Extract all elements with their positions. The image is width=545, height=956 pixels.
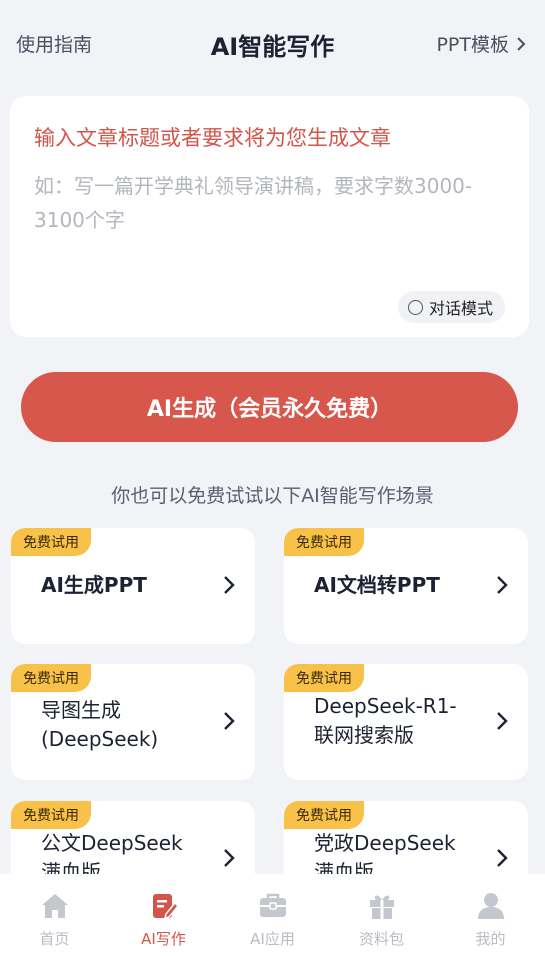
card-label-line2: (DeepSeek) (41, 727, 159, 751)
scenario-card-ai-ppt[interactable]: 免费试用 AI生成PPT (11, 528, 255, 644)
chevron-right-icon (224, 712, 235, 730)
ai-generate-button[interactable]: AI生成（会员永久免费） (21, 372, 518, 442)
home-icon (41, 894, 68, 918)
chevron-right-icon (224, 849, 235, 867)
dialog-mode-label: 对话模式 (428, 299, 493, 318)
card-label: AI文档转PPT (314, 573, 440, 597)
card-label: AI生成PPT (41, 573, 147, 597)
chevron-right-icon (224, 576, 235, 594)
ppt-template-label: PPT模板 (436, 34, 509, 56)
briefcase-icon (259, 893, 286, 917)
free-trial-badge: 免费试用 (11, 528, 91, 556)
scenario-subtitle: 你也可以免费试试以下AI智能写作场景 (111, 485, 434, 507)
bottom-tab-bar: 首页 AI写作 AI应用 资料包 我的 (0, 874, 545, 956)
chevron-right-icon (497, 576, 508, 594)
tab-label: 我的 (475, 930, 506, 948)
free-trial-badge: 免费试用 (284, 801, 364, 829)
card-label-line1: DeepSeek-R1- (314, 694, 457, 718)
dialog-mode-toggle[interactable]: 对话模式 (397, 291, 505, 323)
prompt-heading: 输入文章标题或者要求将为您生成文章 (34, 126, 391, 150)
gift-icon (369, 895, 394, 919)
edit-icon (152, 894, 179, 920)
header: 使用指南 AI智能写作 PPT模板 (0, 0, 545, 86)
chevron-right-icon (517, 36, 526, 51)
card-label-line2: 联网搜索版 (314, 723, 414, 747)
card-label-line1: 党政DeepSeek (314, 831, 456, 855)
tab-label: 首页 (39, 930, 70, 948)
free-trial-badge: 免费试用 (284, 528, 364, 556)
tab-home[interactable]: 首页 (0, 874, 109, 956)
prompt-input-area[interactable]: 输入文章标题或者要求将为您生成文章 如：写一篇开学典礼领导演讲稿，要求字数300… (10, 96, 529, 337)
prompt-placeholder[interactable]: 如：写一篇开学典礼领导演讲稿，要求字数3000-3100个字 (34, 169, 505, 237)
free-trial-badge: 免费试用 (11, 664, 91, 692)
ppt-template-link[interactable]: PPT模板 (436, 30, 527, 57)
tab-resources[interactable]: 资料包 (327, 874, 436, 956)
free-trial-badge: 免费试用 (284, 664, 364, 692)
tab-label: AI写作 (141, 930, 186, 948)
free-trial-badge: 免费试用 (11, 801, 91, 829)
tab-label: 资料包 (358, 930, 404, 948)
chevron-right-icon (497, 712, 508, 730)
scenario-card-doc-to-ppt[interactable]: 免费试用 AI文档转PPT (284, 528, 528, 644)
scenario-card-mindmap[interactable]: 免费试用 导图生成 (DeepSeek) (11, 664, 255, 780)
card-label-line1: 导图生成 (41, 698, 121, 722)
scenario-card-deepseek-r1[interactable]: 免费试用 DeepSeek-R1- 联网搜索版 (284, 664, 528, 780)
card-label-line1: 公文DeepSeek (41, 831, 183, 855)
tab-label: AI应用 (250, 930, 295, 948)
radio-icon (407, 299, 423, 315)
tab-ai-writing[interactable]: AI写作 (109, 874, 218, 956)
chevron-right-icon (497, 849, 508, 867)
tab-mine[interactable]: 我的 (436, 874, 545, 956)
tab-ai-apps[interactable]: AI应用 (218, 874, 327, 956)
user-icon (477, 893, 504, 919)
